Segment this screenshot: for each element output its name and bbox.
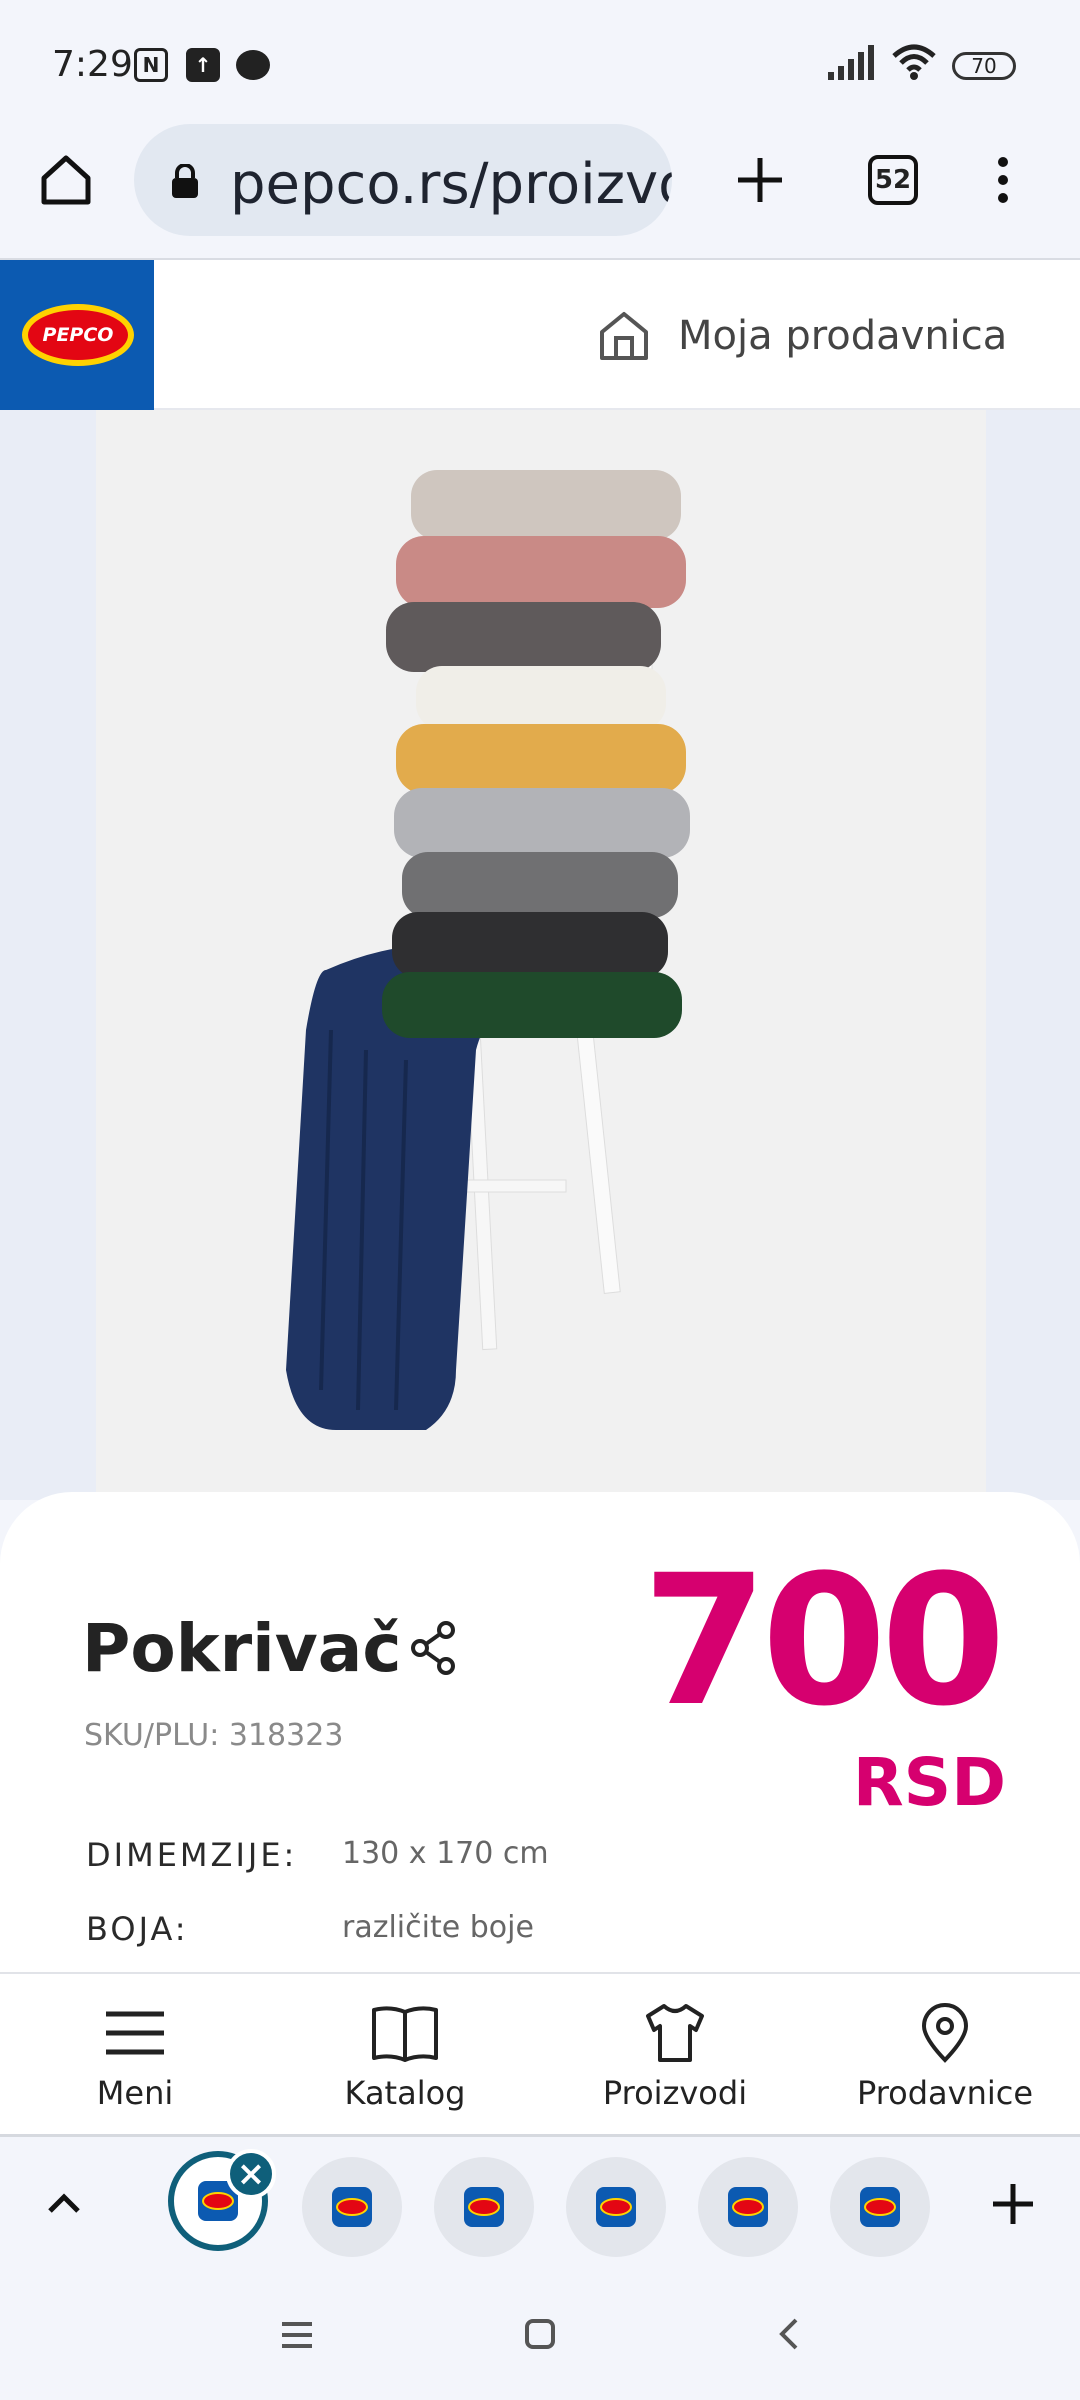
tab-switcher-button[interactable]: 52 — [868, 155, 918, 205]
pepco-logo[interactable]: PEPCO — [0, 260, 154, 410]
nav-catalog-label: Katalog — [344, 2074, 466, 2112]
lock-icon — [172, 164, 198, 198]
url-text: pepco.rs/proizvodi — [230, 152, 672, 217]
spec-label-dimensions: DIMEMZIJE: — [86, 1836, 298, 1874]
battery-level: 70 — [971, 54, 997, 78]
pepco-favicon — [860, 2187, 900, 2227]
store-label: Moja prodavnica — [678, 313, 1008, 359]
tab-thumbnail[interactable] — [302, 2157, 402, 2257]
nav-catalog[interactable]: Katalog — [270, 1974, 540, 2134]
shirt-icon — [646, 2004, 704, 2062]
status-bar: 7:29 N ↑ 70 — [0, 0, 1080, 120]
product-image-area — [0, 410, 1080, 1500]
pepco-favicon — [332, 2187, 372, 2227]
product-price: 700 — [642, 1537, 1006, 1746]
nav-menu-label: Meni — [96, 2074, 174, 2112]
nav-products-label: Proizvodi — [602, 2074, 748, 2112]
book-icon — [372, 2006, 438, 2062]
my-store-link[interactable]: Moja prodavnica — [596, 304, 1007, 368]
bottom-navigation: Meni Katalog Proizvodi Prodavnice — [0, 1972, 1080, 2134]
signal-icon — [828, 45, 874, 80]
wifi-icon — [892, 44, 936, 80]
price-currency: RSD — [852, 1744, 1006, 1821]
nav-menu[interactable]: Meni — [0, 1974, 270, 2134]
site-header: PEPCO Moja prodavnica — [0, 260, 1080, 410]
chat-icon — [236, 50, 270, 80]
home-icon[interactable] — [38, 152, 94, 208]
new-tab-icon[interactable] — [734, 154, 786, 206]
clock: 7:29 — [52, 44, 133, 85]
add-tab-icon[interactable] — [990, 2181, 1036, 2227]
product-card: Pokrivač SKU/PLU: 318323 700 RSD DIMEMZI… — [0, 1492, 1080, 1972]
close-tab-icon[interactable]: × — [226, 2149, 276, 2199]
browser-toolbar: pepco.rs/proizvodi 52 — [0, 120, 1080, 260]
nav-stores[interactable]: Prodavnice — [810, 1974, 1080, 2134]
pepco-favicon — [728, 2187, 768, 2227]
chevron-up-icon[interactable] — [44, 2183, 84, 2223]
store-home-icon — [600, 312, 648, 360]
spec-value-color: različite boje — [342, 1910, 534, 1945]
location-pin-icon — [921, 2003, 969, 2063]
tab-thumbnail[interactable] — [698, 2157, 798, 2257]
product-photo[interactable] — [96, 410, 986, 1500]
nfc-icon: N — [134, 48, 168, 82]
tab-count: 52 — [874, 165, 912, 195]
nav-stores-label: Prodavnice — [856, 2074, 1034, 2112]
menu-icon — [106, 2011, 164, 2055]
pepco-favicon — [596, 2187, 636, 2227]
recent-apps-icon[interactable] — [280, 2320, 314, 2350]
home-button-icon[interactable] — [524, 2318, 556, 2350]
battery-indicator: 70 — [952, 52, 1016, 80]
tab-thumbnail[interactable] — [566, 2157, 666, 2257]
blankets-on-chair-image — [286, 470, 690, 1430]
address-bar[interactable]: pepco.rs/proizvodi — [134, 124, 672, 236]
product-title: Pokrivač — [82, 1610, 402, 1687]
spec-label-color: BOJA: — [86, 1910, 189, 1948]
tab-thumbnail[interactable] — [830, 2157, 930, 2257]
upload-icon: ↑ — [186, 48, 220, 82]
pepco-favicon — [464, 2187, 504, 2227]
more-options-icon[interactable] — [990, 154, 1016, 206]
spec-value-dimensions: 130 x 170 cm — [342, 1836, 549, 1871]
tab-thumbnail[interactable] — [434, 2157, 534, 2257]
share-icon[interactable] — [410, 1620, 458, 1676]
back-icon[interactable] — [774, 2316, 804, 2352]
tab-strip: × — [0, 2134, 1080, 2270]
product-sku: SKU/PLU: 318323 — [84, 1718, 344, 1753]
logo-text: PEPCO — [22, 304, 134, 366]
nav-products[interactable]: Proizvodi — [540, 1974, 810, 2134]
system-navigation-bar — [0, 2270, 1080, 2400]
